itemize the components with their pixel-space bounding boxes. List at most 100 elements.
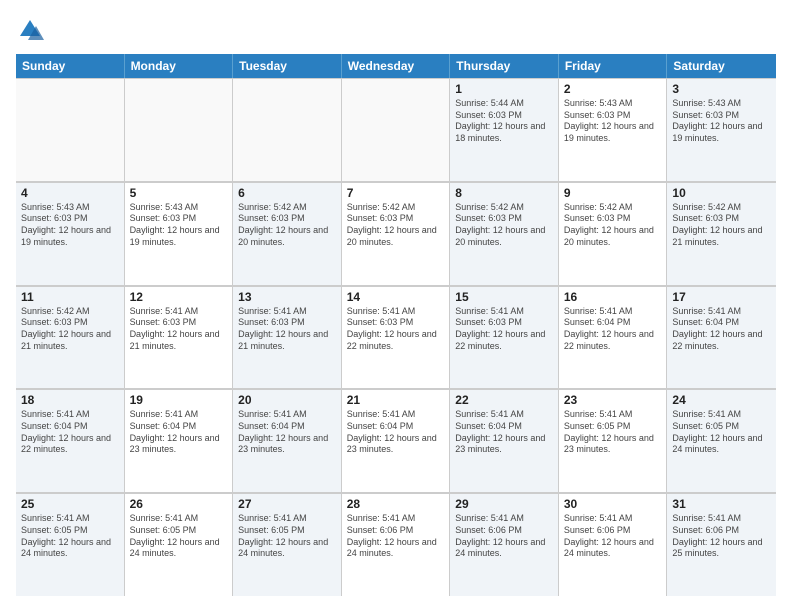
day-info: Sunrise: 5:41 AM Sunset: 6:06 PM Dayligh…: [672, 513, 771, 560]
day-info: Sunrise: 5:41 AM Sunset: 6:06 PM Dayligh…: [455, 513, 553, 560]
day-info: Sunrise: 5:41 AM Sunset: 6:05 PM Dayligh…: [130, 513, 228, 560]
day-number: 11: [21, 290, 119, 304]
header-day-monday: Monday: [125, 54, 234, 78]
header-day-friday: Friday: [559, 54, 668, 78]
day-info: Sunrise: 5:42 AM Sunset: 6:03 PM Dayligh…: [455, 202, 553, 249]
day-number: 21: [347, 393, 445, 407]
day-number: 5: [130, 186, 228, 200]
calendar-cell-day-4: 4 Sunrise: 5:43 AM Sunset: 6:03 PM Daylig…: [16, 182, 125, 285]
day-info: Sunrise: 5:44 AM Sunset: 6:03 PM Dayligh…: [455, 98, 553, 145]
calendar-cell-day-20: 20 Sunrise: 5:41 AM Sunset: 6:04 PM Dayli…: [233, 389, 342, 492]
day-info: Sunrise: 5:42 AM Sunset: 6:03 PM Dayligh…: [564, 202, 662, 249]
calendar-body: 1Sunrise: 5:44 AM Sunset: 6:03 PM Daylig…: [16, 78, 776, 596]
calendar-cell-day-25: 25Sunrise: 5:41 AM Sunset: 6:05 PM Dayli…: [16, 493, 125, 596]
day-number: 4: [21, 186, 119, 200]
calendar-cell-day-22: 22 Sunrise: 5:41 AM Sunset: 6:04 PM Dayli…: [450, 389, 559, 492]
page: SundayMondayTuesdayWednesdayThursdayFrid…: [0, 0, 792, 612]
calendar-cell-day-29: 29 Sunrise: 5:41 AM Sunset: 6:06 PM Dayli…: [450, 493, 559, 596]
calendar-cell-day-18: 18 Sunrise: 5:41 AM Sunset: 6:04 PM Dayli…: [16, 389, 125, 492]
day-number: 20: [238, 393, 336, 407]
day-number: 27: [238, 497, 336, 511]
calendar-cell-day-10: 10Sunrise: 5:42 AM Sunset: 6:03 PM Dayli…: [667, 182, 776, 285]
day-info: Sunrise: 5:41 AM Sunset: 6:03 PM Dayligh…: [347, 306, 445, 353]
day-info: Sunrise: 5:42 AM Sunset: 6:03 PM Dayligh…: [238, 202, 336, 249]
day-info: Sunrise: 5:41 AM Sunset: 6:06 PM Dayligh…: [347, 513, 445, 560]
calendar-cell-day-13: 13 Sunrise: 5:41 AM Sunset: 6:03 PM Dayli…: [233, 286, 342, 389]
day-number: 25: [21, 497, 119, 511]
calendar-cell-day-1: 1Sunrise: 5:44 AM Sunset: 6:03 PM Daylig…: [450, 78, 559, 181]
day-number: 29: [455, 497, 553, 511]
calendar-cell-day-17: 17 Sunrise: 5:41 AM Sunset: 6:04 PM Dayli…: [667, 286, 776, 389]
calendar-cell-empty: [16, 78, 125, 181]
day-info: Sunrise: 5:41 AM Sunset: 6:05 PM Dayligh…: [672, 409, 771, 456]
calendar-row-3: 11 Sunrise: 5:42 AM Sunset: 6:03 PM Dayli…: [16, 286, 776, 390]
day-number: 23: [564, 393, 662, 407]
day-info: Sunrise: 5:41 AM Sunset: 6:04 PM Dayligh…: [238, 409, 336, 456]
day-info: Sunrise: 5:42 AM Sunset: 6:03 PM Dayligh…: [672, 202, 771, 249]
calendar-cell-day-9: 9 Sunrise: 5:42 AM Sunset: 6:03 PM Daylig…: [559, 182, 668, 285]
day-number: 9: [564, 186, 662, 200]
day-number: 31: [672, 497, 771, 511]
header-day-sunday: Sunday: [16, 54, 125, 78]
calendar-cell-day-6: 6 Sunrise: 5:42 AM Sunset: 6:03 PM Daylig…: [233, 182, 342, 285]
calendar-cell-day-19: 19 Sunrise: 5:41 AM Sunset: 6:04 PM Dayli…: [125, 389, 234, 492]
day-number: 12: [130, 290, 228, 304]
day-info: Sunrise: 5:42 AM Sunset: 6:03 PM Dayligh…: [347, 202, 445, 249]
header-day-wednesday: Wednesday: [342, 54, 451, 78]
day-info: Sunrise: 5:42 AM Sunset: 6:03 PM Dayligh…: [21, 306, 119, 353]
calendar-cell-day-5: 5Sunrise: 5:43 AM Sunset: 6:03 PM Daylig…: [125, 182, 234, 285]
day-number: 18: [21, 393, 119, 407]
calendar-row-5: 25 Sunrise: 5:41 AM Sunset: 6:05 PM Dayli…: [16, 493, 776, 596]
day-number: 13: [238, 290, 336, 304]
day-info: Sunrise: 5:41 AM Sunset: 6:04 PM Dayligh…: [130, 409, 228, 456]
day-info: Sunrise: 5:41 AM Sunset: 6:04 PM Dayligh…: [564, 306, 662, 353]
logo: [16, 16, 48, 44]
calendar-cell-empty: [342, 78, 451, 181]
calendar-row-1: 1Sunrise: 5:44 AM Sunset: 6:03 PM Daylig…: [16, 78, 776, 182]
calendar-cell-day-8: 8 Sunrise: 5:42 AM Sunset: 6:03 PM Daylig…: [450, 182, 559, 285]
calendar-cell-day-24: 24 Sunrise: 5:41 AM Sunset: 6:05 PM Dayli…: [667, 389, 776, 492]
day-number: 2: [564, 82, 662, 96]
day-info: Sunrise: 5:41 AM Sunset: 6:05 PM Dayligh…: [564, 409, 662, 456]
calendar-cell-day-14: 14 Sunrise: 5:41 AM Sunset: 6:03 PM Dayli…: [342, 286, 451, 389]
day-info: Sunrise: 5:41 AM Sunset: 6:03 PM Dayligh…: [455, 306, 553, 353]
header-day-saturday: Saturday: [667, 54, 776, 78]
day-number: 6: [238, 186, 336, 200]
day-number: 24: [672, 393, 771, 407]
calendar-row-2: 4 Sunrise: 5:43 AM Sunset: 6:03 PM Daylig…: [16, 182, 776, 286]
day-number: 22: [455, 393, 553, 407]
day-info: Sunrise: 5:41 AM Sunset: 6:04 PM Dayligh…: [21, 409, 119, 456]
calendar-cell-day-11: 11 Sunrise: 5:42 AM Sunset: 6:03 PM Dayli…: [16, 286, 125, 389]
calendar-cell-day-23: 23 Sunrise: 5:41 AM Sunset: 6:05 PM Dayli…: [559, 389, 668, 492]
day-number: 14: [347, 290, 445, 304]
header-day-thursday: Thursday: [450, 54, 559, 78]
day-info: Sunrise: 5:41 AM Sunset: 6:06 PM Dayligh…: [564, 513, 662, 560]
day-number: 28: [347, 497, 445, 511]
day-info: Sunrise: 5:41 AM Sunset: 6:04 PM Dayligh…: [672, 306, 771, 353]
day-info: Sunrise: 5:41 AM Sunset: 6:04 PM Dayligh…: [455, 409, 553, 456]
logo-icon: [16, 16, 44, 44]
calendar-row-4: 18 Sunrise: 5:41 AM Sunset: 6:04 PM Dayli…: [16, 389, 776, 493]
day-info: Sunrise: 5:43 AM Sunset: 6:03 PM Dayligh…: [672, 98, 771, 145]
calendar-cell-day-2: 2Sunrise: 5:43 AM Sunset: 6:03 PM Daylig…: [559, 78, 668, 181]
calendar-cell-empty: [125, 78, 234, 181]
calendar-cell-day-26: 26 Sunrise: 5:41 AM Sunset: 6:05 PM Dayli…: [125, 493, 234, 596]
day-info: Sunrise: 5:41 AM Sunset: 6:05 PM Dayligh…: [238, 513, 336, 560]
day-number: 16: [564, 290, 662, 304]
header-day-tuesday: Tuesday: [233, 54, 342, 78]
header: [16, 16, 776, 44]
day-info: Sunrise: 5:41 AM Sunset: 6:03 PM Dayligh…: [238, 306, 336, 353]
day-number: 19: [130, 393, 228, 407]
calendar-cell-day-21: 21 Sunrise: 5:41 AM Sunset: 6:04 PM Dayli…: [342, 389, 451, 492]
day-number: 3: [672, 82, 771, 96]
calendar-cell-day-31: 31 Sunrise: 5:41 AM Sunset: 6:06 PM Dayli…: [667, 493, 776, 596]
day-number: 17: [672, 290, 771, 304]
calendar-cell-empty: [233, 78, 342, 181]
calendar-cell-day-30: 30Sunrise: 5:41 AM Sunset: 6:06 PM Dayli…: [559, 493, 668, 596]
day-number: 26: [130, 497, 228, 511]
day-info: Sunrise: 5:41 AM Sunset: 6:04 PM Dayligh…: [347, 409, 445, 456]
day-info: Sunrise: 5:43 AM Sunset: 6:03 PM Dayligh…: [21, 202, 119, 249]
calendar-cell-day-27: 27 Sunrise: 5:41 AM Sunset: 6:05 PM Dayli…: [233, 493, 342, 596]
day-number: 8: [455, 186, 553, 200]
calendar-cell-day-16: 16 Sunrise: 5:41 AM Sunset: 6:04 PM Dayli…: [559, 286, 668, 389]
